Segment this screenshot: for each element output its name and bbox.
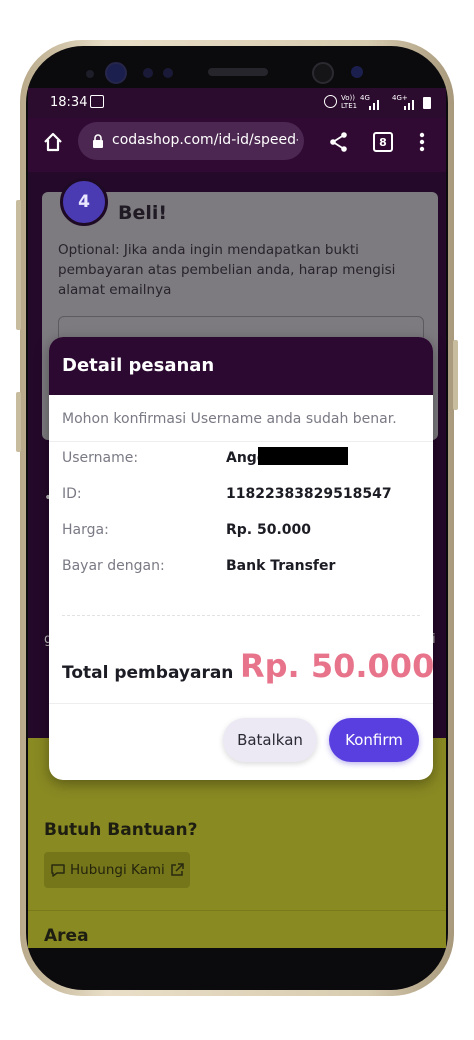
- volte-label: Vo)) LTE1: [341, 94, 358, 110]
- section-divider: [28, 910, 446, 911]
- username-label: Username:: [62, 450, 139, 466]
- iris-sensor: [312, 62, 334, 84]
- id-label: ID:: [62, 486, 82, 502]
- confirm-instruction: Mohon konfirmasi Username anda sudah ben…: [62, 411, 397, 427]
- contact-button[interactable]: Hubungi Kami: [44, 852, 190, 888]
- dashed-divider: [62, 615, 420, 616]
- browser-toolbar: codashop.com/id-id/speed-c 8: [28, 118, 446, 172]
- step-number-badge: 4: [60, 178, 108, 226]
- lock-icon: [93, 134, 103, 148]
- chat-icon: [51, 864, 65, 877]
- battery-icon: [423, 97, 431, 109]
- external-link-icon: [171, 863, 184, 876]
- payment-method-value: Bank Transfer: [226, 558, 336, 574]
- bixby-button: [16, 392, 21, 452]
- status-time: 18:34: [50, 95, 88, 110]
- area-title: Area: [44, 926, 89, 946]
- sensor-dot: [143, 68, 153, 78]
- screenshot-icon: [90, 95, 104, 108]
- modal-header: Detail pesanan: [49, 337, 433, 395]
- more-menu-icon[interactable]: [418, 131, 426, 153]
- earpiece-speaker: [208, 68, 268, 76]
- front-camera: [105, 62, 127, 84]
- home-icon[interactable]: [42, 131, 64, 153]
- confirm-button[interactable]: Konfirm: [329, 718, 419, 762]
- share-icon[interactable]: [328, 131, 350, 153]
- price-value: Rp. 50.000: [226, 522, 312, 538]
- modal-title: Detail pesanan: [62, 355, 215, 376]
- email-note: Optional: Jika anda ingin mendapatkan bu…: [58, 242, 396, 298]
- url-text: codashop.com/id-id/speed-c: [112, 132, 298, 148]
- total-label: Total pembayaran: [62, 663, 234, 683]
- redaction-bar: [258, 447, 348, 465]
- order-detail-modal: Detail pesanan Mohon konfirmasi Username…: [49, 337, 433, 780]
- signal-2-icon: [404, 100, 414, 110]
- divider: [49, 703, 433, 704]
- proximity-sensor: [86, 70, 94, 78]
- sensor-dot: [163, 68, 173, 78]
- id-value: 11822383829518547: [226, 486, 392, 502]
- iris-led: [351, 66, 363, 78]
- address-bar[interactable]: codashop.com/id-id/speed-c: [78, 122, 304, 160]
- alarm-icon: [324, 95, 337, 108]
- cancel-button[interactable]: Batalkan: [223, 718, 317, 762]
- total-amount: Rp. 50.000: [240, 647, 433, 685]
- help-title: Butuh Bantuan?: [44, 820, 198, 840]
- power-button: [453, 340, 458, 410]
- contact-label: Hubungi Kami: [70, 862, 165, 878]
- divider: [49, 441, 433, 442]
- tab-switcher-button[interactable]: 8: [373, 132, 393, 152]
- signal-1-icon: [369, 100, 379, 110]
- volume-button: [16, 200, 21, 330]
- price-label: Harga:: [62, 522, 109, 538]
- status-bar: 18:34 Vo)) LTE1 4G 4G+: [28, 88, 446, 118]
- payment-method-label: Bayar dengan:: [62, 558, 165, 574]
- step-title: Beli!: [118, 202, 168, 224]
